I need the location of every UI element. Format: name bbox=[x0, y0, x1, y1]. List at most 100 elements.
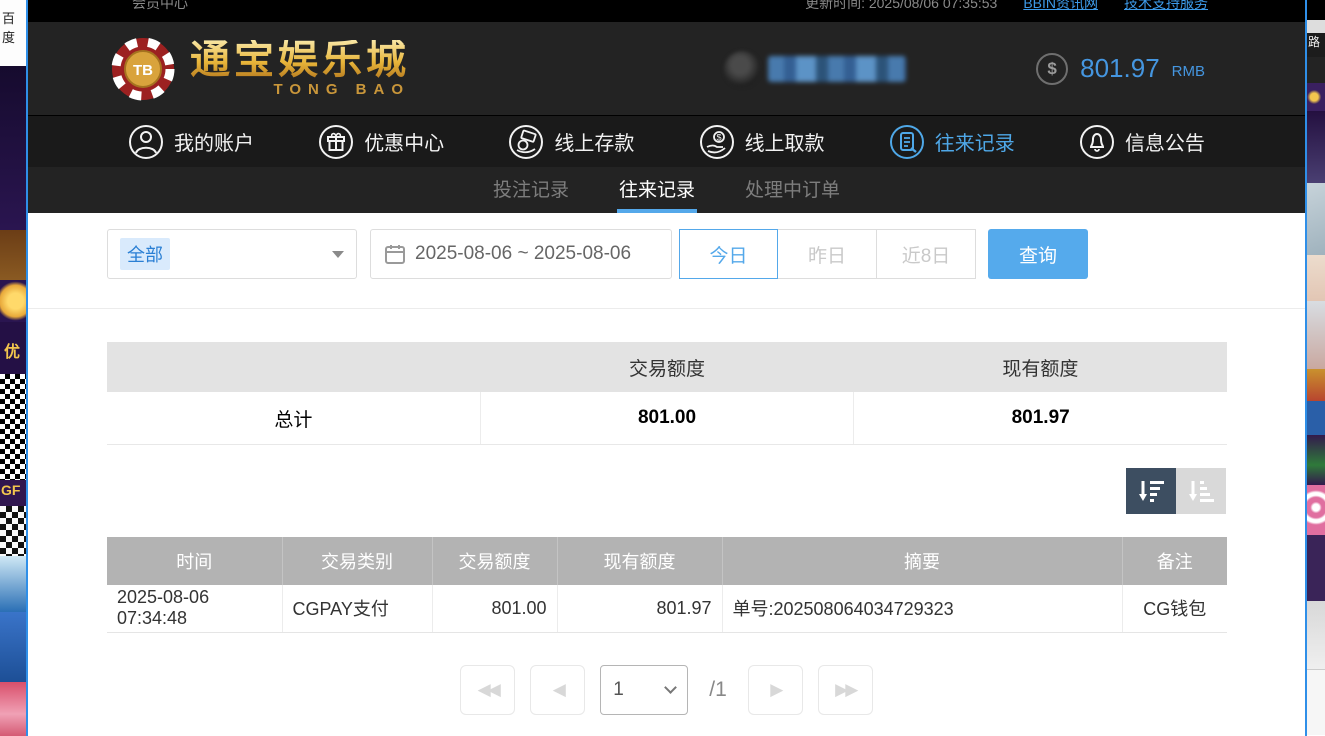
qr-code-graphic bbox=[0, 374, 26, 480]
sort-ascending-icon bbox=[1188, 480, 1214, 502]
nav-label: 信息公告 bbox=[1125, 127, 1205, 156]
header-remark: 备注 bbox=[1122, 537, 1227, 585]
logo-subtitle: TONG BAO bbox=[190, 82, 410, 97]
header-transaction-amount: 交易额度 bbox=[432, 537, 557, 585]
avatar bbox=[724, 51, 760, 87]
pagination: ◀◀ ◀ 1 /1 ▶ ▶▶ bbox=[107, 665, 1226, 736]
header-summary: 摘要 bbox=[722, 537, 1122, 585]
gold-coin-graphic bbox=[0, 280, 26, 322]
header-transaction-type: 交易类别 bbox=[282, 537, 432, 585]
nav-item-online-withdraw[interactable]: $ 线上取款 bbox=[699, 124, 825, 160]
balance-currency: RMB bbox=[1172, 63, 1205, 80]
background-banner bbox=[0, 66, 26, 230]
total-pages-label: /1 bbox=[709, 678, 727, 702]
nav-item-promotions[interactable]: 优惠中心 bbox=[318, 124, 444, 160]
logo-title: 通宝娱乐城 bbox=[190, 40, 410, 80]
summary-header-balance: 现有额度 bbox=[854, 342, 1227, 392]
prev-page-button[interactable]: ◀ bbox=[530, 665, 585, 715]
site-header: TB 通宝娱乐城 TONG BAO $ 801.97 RMB bbox=[28, 22, 1305, 115]
tab-betting-records[interactable]: 投注记录 bbox=[491, 167, 571, 213]
site-logo[interactable]: TB 通宝娱乐城 TONG BAO bbox=[110, 36, 410, 102]
sort-descending-button[interactable] bbox=[1126, 468, 1176, 514]
cell-transaction-amount: 801.00 bbox=[432, 585, 557, 632]
yesterday-button[interactable]: 昨日 bbox=[778, 229, 877, 279]
summary-current-balance: 801.97 bbox=[854, 392, 1227, 444]
nav-item-online-deposit[interactable]: 线上存款 bbox=[508, 124, 634, 160]
date-range-value: 2025-08-06 ~ 2025-08-06 bbox=[415, 243, 631, 265]
background-baidu-label: 百度 bbox=[0, 0, 26, 66]
tech-support-link[interactable]: 技术支持服务 bbox=[1124, 0, 1208, 13]
date-range-input[interactable]: 2025-08-06 ~ 2025-08-06 bbox=[370, 229, 672, 279]
dollar-icon: $ bbox=[1036, 53, 1068, 85]
tab-transaction-records[interactable]: 往来记录 bbox=[617, 167, 697, 213]
svg-text:$: $ bbox=[716, 132, 721, 142]
page-select[interactable]: 1 bbox=[600, 665, 688, 715]
last-8-days-button[interactable]: 近8日 bbox=[877, 229, 976, 279]
deposit-icon bbox=[508, 124, 544, 160]
quick-date-group: 今日 昨日 近8日 bbox=[679, 229, 976, 279]
summary-total-row: 总计 801.00 801.97 bbox=[107, 392, 1227, 444]
nav-label: 线上取款 bbox=[745, 127, 825, 156]
cell-transaction-type: CGPAY支付 bbox=[282, 585, 432, 632]
nav-item-my-account[interactable]: 我的账户 bbox=[128, 124, 254, 160]
casino-chip-icon: TB bbox=[110, 36, 176, 102]
tab-pending-orders[interactable]: 处理中订单 bbox=[743, 167, 842, 213]
summary-transaction-amount: 801.00 bbox=[481, 392, 855, 444]
member-center-window: 会员中心 更新时间: 2025/08/06 07:35:53 BBIN资讯网 技… bbox=[26, 0, 1307, 736]
nav-label: 往来记录 bbox=[935, 127, 1015, 156]
background-character-graphic bbox=[1307, 183, 1325, 255]
today-button[interactable]: 今日 bbox=[679, 229, 778, 279]
user-zone: $ 801.97 RMB bbox=[724, 51, 1205, 87]
last-page-button[interactable]: ▶▶ bbox=[818, 665, 873, 715]
summary-header-blank bbox=[107, 342, 480, 392]
withdraw-icon: $ bbox=[699, 124, 735, 160]
sort-descending-icon bbox=[1138, 480, 1164, 502]
summary-total-label: 总计 bbox=[107, 392, 481, 444]
background-right-label: 路 bbox=[1307, 33, 1325, 57]
lollipop-graphic bbox=[1307, 485, 1325, 535]
summary-header-amount: 交易额度 bbox=[480, 342, 853, 392]
sort-controls bbox=[107, 468, 1226, 514]
nav-label: 优惠中心 bbox=[364, 127, 444, 156]
type-select-value: 全部 bbox=[120, 238, 170, 270]
sort-ascending-button[interactable] bbox=[1176, 468, 1226, 514]
type-select[interactable]: 全部 bbox=[107, 229, 357, 279]
nav-label: 我的账户 bbox=[174, 127, 254, 156]
background-banner bbox=[0, 230, 26, 280]
bell-icon bbox=[1079, 124, 1115, 160]
table-row: 2025-08-06 07:34:48 CGPAY支付 801.00 801.9… bbox=[107, 585, 1227, 632]
username-blurred bbox=[768, 56, 906, 82]
first-page-button[interactable]: ◀◀ bbox=[460, 665, 515, 715]
background-page-left-edge: 百度 优 GF bbox=[0, 0, 26, 736]
content-area: 全部 2025-08-06 ~ 2025-08-06 今日 昨日 近8日 bbox=[28, 213, 1305, 736]
cell-time: 2025-08-06 07:34:48 bbox=[107, 585, 282, 632]
cell-remark: CG钱包 bbox=[1122, 585, 1227, 632]
query-button[interactable]: 查询 bbox=[988, 229, 1088, 279]
gift-icon bbox=[318, 124, 354, 160]
qr-code-graphic bbox=[0, 506, 26, 556]
summary-table: 交易额度 现有额度 总计 801.00 801.97 bbox=[107, 342, 1227, 445]
records-icon bbox=[889, 124, 925, 160]
balance-amount: 801.97 bbox=[1080, 53, 1160, 84]
main-nav: 我的账户 优惠中心 线上存款 bbox=[28, 115, 1305, 167]
background-gold-label: GF bbox=[0, 480, 26, 506]
records-table: 时间 交易类别 交易额度 现有额度 摘要 备注 2025-08-06 07:34… bbox=[107, 537, 1227, 633]
nav-item-transaction-records[interactable]: 往来记录 bbox=[889, 124, 1015, 160]
header-time: 时间 bbox=[107, 537, 282, 585]
nav-item-announcements[interactable]: 信息公告 bbox=[1079, 124, 1205, 160]
cell-summary: 单号:202508064034729323 bbox=[722, 585, 1122, 632]
calendar-icon bbox=[385, 244, 405, 264]
section-divider bbox=[28, 308, 1305, 309]
screen: 百度 优 GF 路 会员中心 bbox=[0, 0, 1325, 736]
background-character-graphic bbox=[0, 612, 26, 682]
filter-row: 全部 2025-08-06 ~ 2025-08-06 今日 昨日 近8日 bbox=[107, 229, 1226, 279]
summary-header-row: 交易额度 现有额度 bbox=[107, 342, 1227, 392]
background-banner bbox=[0, 682, 26, 736]
next-page-button[interactable]: ▶ bbox=[748, 665, 803, 715]
background-page-right-edge: 路 bbox=[1307, 0, 1325, 736]
update-time-label: 更新时间: 2025/08/06 07:35:53 bbox=[805, 0, 997, 13]
header-current-balance: 现有额度 bbox=[557, 537, 722, 585]
bbin-news-link[interactable]: BBIN资讯网 bbox=[1023, 0, 1098, 13]
nav-label: 线上存款 bbox=[554, 127, 634, 156]
svg-text:TB: TB bbox=[133, 62, 153, 79]
